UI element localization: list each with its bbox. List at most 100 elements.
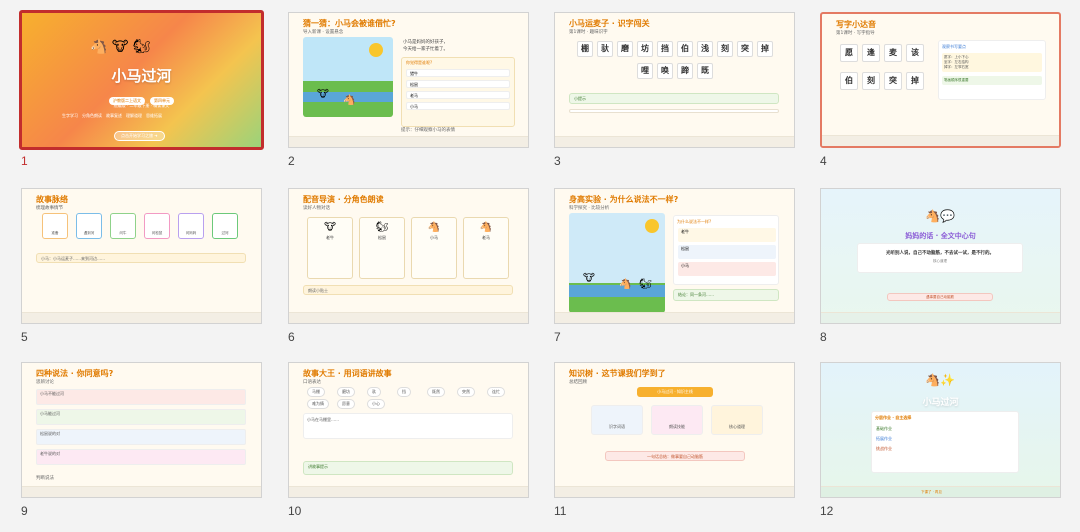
slide-thumb-4[interactable]: 写字小达音 第1课时 · 写字指导 观察书写要点 愿字：上小下心 坐字：左右结构掉… (820, 12, 1065, 168)
slide-8-title: 妈妈的话 · 全文中心句 (905, 232, 976, 240)
role-card[interactable]: 🐴 老马 (463, 217, 509, 279)
word-chip[interactable]: 突然 (457, 387, 475, 397)
slide-thumb-2[interactable]: 猜一猜：小马会被谁借忙? 导入新课 · 设置悬念 🐮 🐴 小马是妈妈的好孩子， … (288, 12, 533, 168)
char-cell: 伯 (840, 72, 858, 90)
slide-thumb-9[interactable]: 四种说法 · 你同意吗? 思辨讨论 判断说法 小马不能过河 小马能过河 松鼠说的对老… (21, 362, 266, 518)
slide-9-frame[interactable]: 四种说法 · 你同意吗? 思辨讨论 判断说法 小马不能过河 小马能过河 松鼠说的对老… (21, 362, 262, 498)
slide-thumb-11[interactable]: 知识树 · 这节课我们学到了 总结回顾 小马过河 · 知识主线 一句话总结：做事… (554, 362, 799, 518)
word-chip[interactable]: 马棚 (307, 387, 325, 397)
tree-branch: 识字词语 (591, 405, 643, 435)
slide-6-frame[interactable]: 配音导演 · 分角色朗读 读好人物对话 朗读小贴士 🐮 老牛 🐿 松鼠 🐴 小马 🐴 老马 (288, 188, 529, 324)
char-cell: 磨 (617, 41, 633, 57)
slide-1-title: 小马过河 (111, 67, 172, 85)
slide-thumb-10[interactable]: 故事大王 · 用词语讲故事 口语表达 小马在马棚里…… 讲故事提示 马棚 磨坊驮挡… (288, 362, 533, 518)
char-cell: 掉 (757, 41, 773, 57)
quiz-box: 你觉得是谁呢? 猎牛 松鼠 老马 小马 (401, 57, 515, 127)
word-chip[interactable]: 难为情 (307, 399, 329, 409)
tree-root: 小马过河 · 知识主线 (637, 387, 713, 397)
slide-thumb-1[interactable]: 🐴 🐮 🐿 小马过河 沪教版二上语文 第四单元 统编版 · 二年级下册 · 精读… (19, 10, 266, 168)
role-card[interactable]: 🐮 老牛 (307, 217, 353, 279)
char-cell: 既 (697, 63, 713, 79)
opinion-row[interactable]: 小马能过河 (36, 409, 246, 425)
slide-11-title: 知识树 · 这节课我们学到了 (569, 369, 666, 378)
slide-1-frame[interactable]: 🐴 🐮 🐿 小马过河 沪教版二上语文 第四单元 统编版 · 二年级下册 · 精读… (19, 10, 264, 150)
role-card[interactable]: 🐿 松鼠 (359, 217, 405, 279)
story-step: 问松鼠 (144, 213, 170, 239)
role-label: 松鼠 (378, 235, 386, 240)
slide-3-title: 小马运麦子 · 识字闯关 (569, 19, 650, 28)
story-step: 问牛 (110, 213, 136, 239)
opinion-row[interactable]: 小马不能过河 (36, 389, 246, 405)
slide-sorter-grid: 🐴 🐮 🐿 小马过河 沪教版二上语文 第四单元 统编版 · 二年级下册 · 精读… (0, 0, 1080, 532)
slide-1-subtitle: 统编版 · 二年级下册 · 精读课文 (113, 103, 170, 108)
char-cell: 刻 (862, 72, 880, 90)
role-card[interactable]: 🐴 小马 (411, 217, 457, 279)
slide-thumb-12[interactable]: 🐴✨ 小马过河 分层作业 · 自主选择 基础作业 拓展作业 挑战作业 下课了 ·… (820, 362, 1065, 518)
option-4[interactable]: 小马 (406, 102, 510, 110)
char-cell: 伯 (677, 41, 693, 57)
slide-9-title: 四种说法 · 你同意吗? (36, 369, 114, 378)
slide-thumb-6[interactable]: 配音导演 · 分角色朗读 读好人物对话 朗读小贴士 🐮 老牛 🐿 松鼠 🐴 小马 🐴 老马 6 (288, 188, 533, 344)
opinion-row[interactable]: 老牛说的对 (36, 449, 246, 465)
slide-6-title: 配音导演 · 分角色朗读 (303, 195, 384, 204)
char-cell: 挡 (657, 41, 673, 57)
slide-thumb-7[interactable]: 身高实验 · 为什么说法不一样? 科学探究 · 比较分析 🐮 🐴 🐿 为什么说法… (554, 188, 799, 344)
role-label: 老马 (482, 235, 490, 240)
char-cell: 掉 (906, 72, 924, 90)
char-cell: 突 (737, 41, 753, 57)
slide-12-frame[interactable]: 🐴✨ 小马过河 分层作业 · 自主选择 基础作业 拓展作业 挑战作业 下课了 ·… (820, 362, 1061, 498)
slide-7-frame[interactable]: 身高实验 · 为什么说法不一样? 科学探究 · 比较分析 🐮 🐴 🐿 为什么说法… (554, 188, 795, 324)
role-label: 小马 (430, 235, 438, 240)
slide-thumb-5[interactable]: 故事脉络 梳理故事情节 小马：小马运麦子……来到河边…… 准备 遇到河 问牛 问松鼠问… (21, 188, 266, 344)
char-cell: 棚 (577, 41, 593, 57)
slide-3-frame[interactable]: 小马运麦子 · 识字闯关 第1课时 · 趣味识字 小提示 棚驮磨坊挡伯浅刻突掉哩… (554, 12, 795, 148)
story-step: 过河 (212, 213, 238, 239)
char-cell: 坊 (637, 41, 653, 57)
word-chip[interactable]: 驮 (367, 387, 381, 397)
option-1[interactable]: 猎牛 (406, 69, 510, 77)
role-icon: 🐴 (479, 222, 493, 233)
option-2[interactable]: 松鼠 (406, 80, 510, 88)
slide-7-title: 身高实验 · 为什么说法不一样? (569, 195, 679, 204)
slide-4-frame[interactable]: 写字小达音 第1课时 · 写字指导 观察书写要点 愿字：上小下心 坐字：左右结构掉… (820, 12, 1061, 148)
slide-footer (289, 136, 528, 147)
feature-list: 生字学习 分角色朗读 故事复述 理解道理 思维拓展 (62, 113, 162, 118)
slide-10-title: 故事大王 · 用词语讲故事 (303, 369, 392, 378)
word-chip[interactable]: 连忙 (487, 387, 505, 397)
start-button[interactable]: 点击开始学习之旅 ➜ (114, 131, 165, 141)
word-chip[interactable]: 愿意 (337, 399, 355, 409)
slide-12-title: 小马过河 (922, 398, 959, 408)
char-cell: 麦 (884, 44, 902, 62)
char-cell: 逢 (862, 44, 880, 62)
tree-branch: 朗读技能 (651, 405, 703, 435)
char-cell: 哩 (637, 63, 653, 79)
homework-card: 分层作业 · 自主选择 基础作业 拓展作业 挑战作业 (871, 411, 1019, 473)
word-chip[interactable]: 既然 (427, 387, 445, 397)
experiment-scene: 🐮 🐴 🐿 (569, 213, 665, 313)
char-cell: 刻 (717, 41, 733, 57)
question-panel: 为什么说法不一样? 老牛 松鼠 小马 (673, 215, 779, 285)
slide-4-title: 写字小达音 (836, 20, 876, 29)
char-cell: 愿 (840, 44, 858, 62)
slide-8-frame[interactable]: 🐴💬 妈妈的话 · 全文中心句 光听别人说，自己不动脑筋，不去试一试，是不行的。… (820, 188, 1061, 324)
option-3[interactable]: 老马 (406, 91, 510, 99)
slide-thumb-3[interactable]: 小马运麦子 · 识字闯关 第1课时 · 趣味识字 小提示 棚驮磨坊挡伯浅刻突掉哩… (554, 12, 799, 168)
char-cell: 突 (884, 72, 902, 90)
word-chip[interactable]: 挡 (397, 387, 411, 397)
char-cell: 唤 (657, 63, 673, 79)
slide-thumb-8[interactable]: 🐴💬 妈妈的话 · 全文中心句 光听别人说，自己不动脑筋，不去试一试，是不行的。… (820, 188, 1065, 344)
char-cell: 驮 (597, 41, 613, 57)
word-chip[interactable]: 磨坊 (337, 387, 355, 397)
char-cell: 该 (906, 44, 924, 62)
char-cell: 浅 (697, 41, 713, 57)
slide-10-frame[interactable]: 故事大王 · 用词语讲故事 口语表达 小马在马棚里…… 讲故事提示 马棚 磨坊驮挡… (288, 362, 529, 498)
slide-2-frame[interactable]: 猜一猜：小马会被谁借忙? 导入新课 · 设置悬念 🐮 🐴 小马是妈妈的好孩子， … (288, 12, 529, 148)
opinion-row[interactable]: 松鼠说的对 (36, 429, 246, 445)
role-label: 老牛 (326, 235, 334, 240)
slide-5-frame[interactable]: 故事脉络 梳理故事情节 小马：小马运麦子……来到河边…… 准备 遇到河 问牛 问松鼠问… (21, 188, 262, 324)
slide-11-frame[interactable]: 知识树 · 这节课我们学到了 总结回顾 小马过河 · 知识主线 一句话总结：做事… (554, 362, 795, 498)
tree-branch: 核心道理 (711, 405, 763, 435)
horse-speech-icon: 🐴💬 (925, 209, 955, 223)
word-chip[interactable]: 小心 (367, 399, 385, 409)
animals-icon: 🐴 🐮 🐿 (90, 39, 151, 55)
